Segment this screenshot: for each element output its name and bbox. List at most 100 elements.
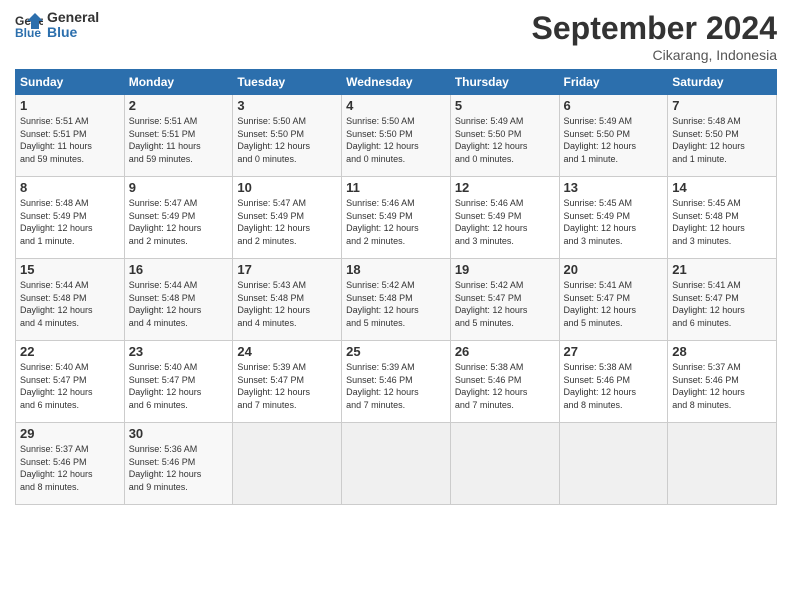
day-number: 12 [455, 180, 555, 195]
table-row: 23 Sunrise: 5:40 AM Sunset: 5:47 PM Dayli… [124, 341, 233, 423]
table-row: 5Sunrise: 5:49 AM Sunset: 5:50 PM Daylig… [450, 95, 559, 177]
day-info: Sunrise: 5:50 AM Sunset: 5:50 PM Dayligh… [237, 115, 337, 165]
day-info: Sunrise: 5:45 AM Sunset: 5:48 PM Dayligh… [672, 197, 772, 247]
col-wednesday: Wednesday [342, 70, 451, 95]
table-row: 13 Sunrise: 5:45 AM Sunset: 5:49 PM Dayli… [559, 177, 668, 259]
day-info: Sunrise: 5:47 AM Sunset: 5:49 PM Dayligh… [237, 197, 337, 247]
table-row [342, 423, 451, 505]
col-monday: Monday [124, 70, 233, 95]
table-row [668, 423, 777, 505]
day-info: Sunrise: 5:47 AM Sunset: 5:49 PM Dayligh… [129, 197, 229, 247]
day-number: 7 [672, 98, 772, 113]
table-row: 24 Sunrise: 5:39 AM Sunset: 5:47 PM Dayli… [233, 341, 342, 423]
day-number: 24 [237, 344, 337, 359]
month-title: September 2024 [532, 10, 777, 47]
day-number: 17 [237, 262, 337, 277]
table-row: 21Sunrise: 5:41 AM Sunset: 5:47 PM Dayli… [668, 259, 777, 341]
day-number: 26 [455, 344, 555, 359]
day-number: 14 [672, 180, 772, 195]
day-info: Sunrise: 5:40 AM Sunset: 5:47 PM Dayligh… [20, 361, 120, 411]
day-info: Sunrise: 5:48 AM Sunset: 5:49 PM Dayligh… [20, 197, 120, 247]
day-info: Sunrise: 5:37 AM Sunset: 5:46 PM Dayligh… [20, 443, 120, 493]
table-row: 30 Sunrise: 5:36 AM Sunset: 5:46 PM Dayli… [124, 423, 233, 505]
day-info: Sunrise: 5:48 AM Sunset: 5:50 PM Dayligh… [672, 115, 772, 165]
day-info: Sunrise: 5:41 AM Sunset: 5:47 PM Dayligh… [564, 279, 664, 329]
day-number: 19 [455, 262, 555, 277]
logo-blue: Blue [47, 25, 99, 40]
day-number: 4 [346, 98, 446, 113]
table-row: 25 Sunrise: 5:39 AM Sunset: 5:46 PM Dayli… [342, 341, 451, 423]
table-row: 20 Sunrise: 5:41 AM Sunset: 5:47 PM Dayli… [559, 259, 668, 341]
day-number: 22 [20, 344, 120, 359]
day-number: 21 [672, 262, 772, 277]
table-row [233, 423, 342, 505]
day-info: Sunrise: 5:38 AM Sunset: 5:46 PM Dayligh… [455, 361, 555, 411]
table-row: 3 Sunrise: 5:50 AM Sunset: 5:50 PM Daylig… [233, 95, 342, 177]
table-row: 7 Sunrise: 5:48 AM Sunset: 5:50 PM Daylig… [668, 95, 777, 177]
day-info: Sunrise: 5:51 AM Sunset: 5:51 PM Dayligh… [20, 115, 120, 165]
day-info: Sunrise: 5:39 AM Sunset: 5:47 PM Dayligh… [237, 361, 337, 411]
day-number: 25 [346, 344, 446, 359]
day-info: Sunrise: 5:45 AM Sunset: 5:49 PM Dayligh… [564, 197, 664, 247]
week-row-5: 29Sunrise: 5:37 AM Sunset: 5:46 PM Dayli… [16, 423, 777, 505]
day-number: 20 [564, 262, 664, 277]
col-friday: Friday [559, 70, 668, 95]
day-info: Sunrise: 5:40 AM Sunset: 5:47 PM Dayligh… [129, 361, 229, 411]
day-info: Sunrise: 5:44 AM Sunset: 5:48 PM Dayligh… [129, 279, 229, 329]
day-info: Sunrise: 5:36 AM Sunset: 5:46 PM Dayligh… [129, 443, 229, 493]
week-row-2: 8Sunrise: 5:48 AM Sunset: 5:49 PM Daylig… [16, 177, 777, 259]
table-row: 14 Sunrise: 5:45 AM Sunset: 5:48 PM Dayli… [668, 177, 777, 259]
title-area: September 2024 Cikarang, Indonesia [532, 10, 777, 63]
day-info: Sunrise: 5:44 AM Sunset: 5:48 PM Dayligh… [20, 279, 120, 329]
table-row: 17 Sunrise: 5:43 AM Sunset: 5:48 PM Dayli… [233, 259, 342, 341]
day-number: 1 [20, 98, 120, 113]
day-number: 13 [564, 180, 664, 195]
day-info: Sunrise: 5:42 AM Sunset: 5:47 PM Dayligh… [455, 279, 555, 329]
header-row: Sunday Monday Tuesday Wednesday Thursday… [16, 70, 777, 95]
table-row: 4Sunrise: 5:50 AM Sunset: 5:50 PM Daylig… [342, 95, 451, 177]
table-row: 29Sunrise: 5:37 AM Sunset: 5:46 PM Dayli… [16, 423, 125, 505]
table-row: 8Sunrise: 5:48 AM Sunset: 5:49 PM Daylig… [16, 177, 125, 259]
table-row: 22 Sunrise: 5:40 AM Sunset: 5:47 PM Dayli… [16, 341, 125, 423]
table-row [450, 423, 559, 505]
table-row: 28Sunrise: 5:37 AM Sunset: 5:46 PM Dayli… [668, 341, 777, 423]
day-info: Sunrise: 5:49 AM Sunset: 5:50 PM Dayligh… [455, 115, 555, 165]
table-row: 26 Sunrise: 5:38 AM Sunset: 5:46 PM Dayli… [450, 341, 559, 423]
location-subtitle: Cikarang, Indonesia [532, 47, 777, 63]
calendar-table: Sunday Monday Tuesday Wednesday Thursday… [15, 69, 777, 505]
col-thursday: Thursday [450, 70, 559, 95]
day-info: Sunrise: 5:46 AM Sunset: 5:49 PM Dayligh… [346, 197, 446, 247]
day-info: Sunrise: 5:38 AM Sunset: 5:46 PM Dayligh… [564, 361, 664, 411]
col-tuesday: Tuesday [233, 70, 342, 95]
table-row: 11 Sunrise: 5:46 AM Sunset: 5:49 PM Dayli… [342, 177, 451, 259]
day-info: Sunrise: 5:49 AM Sunset: 5:50 PM Dayligh… [564, 115, 664, 165]
logo-general: General [47, 10, 99, 25]
day-number: 9 [129, 180, 229, 195]
table-row: 16 Sunrise: 5:44 AM Sunset: 5:48 PM Dayli… [124, 259, 233, 341]
col-sunday: Sunday [16, 70, 125, 95]
day-number: 11 [346, 180, 446, 195]
week-row-4: 22 Sunrise: 5:40 AM Sunset: 5:47 PM Dayli… [16, 341, 777, 423]
day-number: 30 [129, 426, 229, 441]
day-number: 2 [129, 98, 229, 113]
day-info: Sunrise: 5:51 AM Sunset: 5:51 PM Dayligh… [129, 115, 229, 165]
table-row [559, 423, 668, 505]
table-row: 18Sunrise: 5:42 AM Sunset: 5:48 PM Dayli… [342, 259, 451, 341]
table-row: 9 Sunrise: 5:47 AM Sunset: 5:49 PM Daylig… [124, 177, 233, 259]
day-info: Sunrise: 5:37 AM Sunset: 5:46 PM Dayligh… [672, 361, 772, 411]
day-number: 18 [346, 262, 446, 277]
day-number: 6 [564, 98, 664, 113]
day-number: 3 [237, 98, 337, 113]
table-row: 6 Sunrise: 5:49 AM Sunset: 5:50 PM Daylig… [559, 95, 668, 177]
table-row: 1 Sunrise: 5:51 AM Sunset: 5:51 PM Daylig… [16, 95, 125, 177]
day-info: Sunrise: 5:46 AM Sunset: 5:49 PM Dayligh… [455, 197, 555, 247]
header: General Blue General Blue September 2024… [15, 10, 777, 63]
week-row-1: 1 Sunrise: 5:51 AM Sunset: 5:51 PM Daylig… [16, 95, 777, 177]
day-info: Sunrise: 5:43 AM Sunset: 5:48 PM Dayligh… [237, 279, 337, 329]
day-number: 10 [237, 180, 337, 195]
table-row: 15Sunrise: 5:44 AM Sunset: 5:48 PM Dayli… [16, 259, 125, 341]
logo-icon: General Blue [15, 11, 43, 39]
day-number: 23 [129, 344, 229, 359]
day-number: 16 [129, 262, 229, 277]
day-info: Sunrise: 5:39 AM Sunset: 5:46 PM Dayligh… [346, 361, 446, 411]
